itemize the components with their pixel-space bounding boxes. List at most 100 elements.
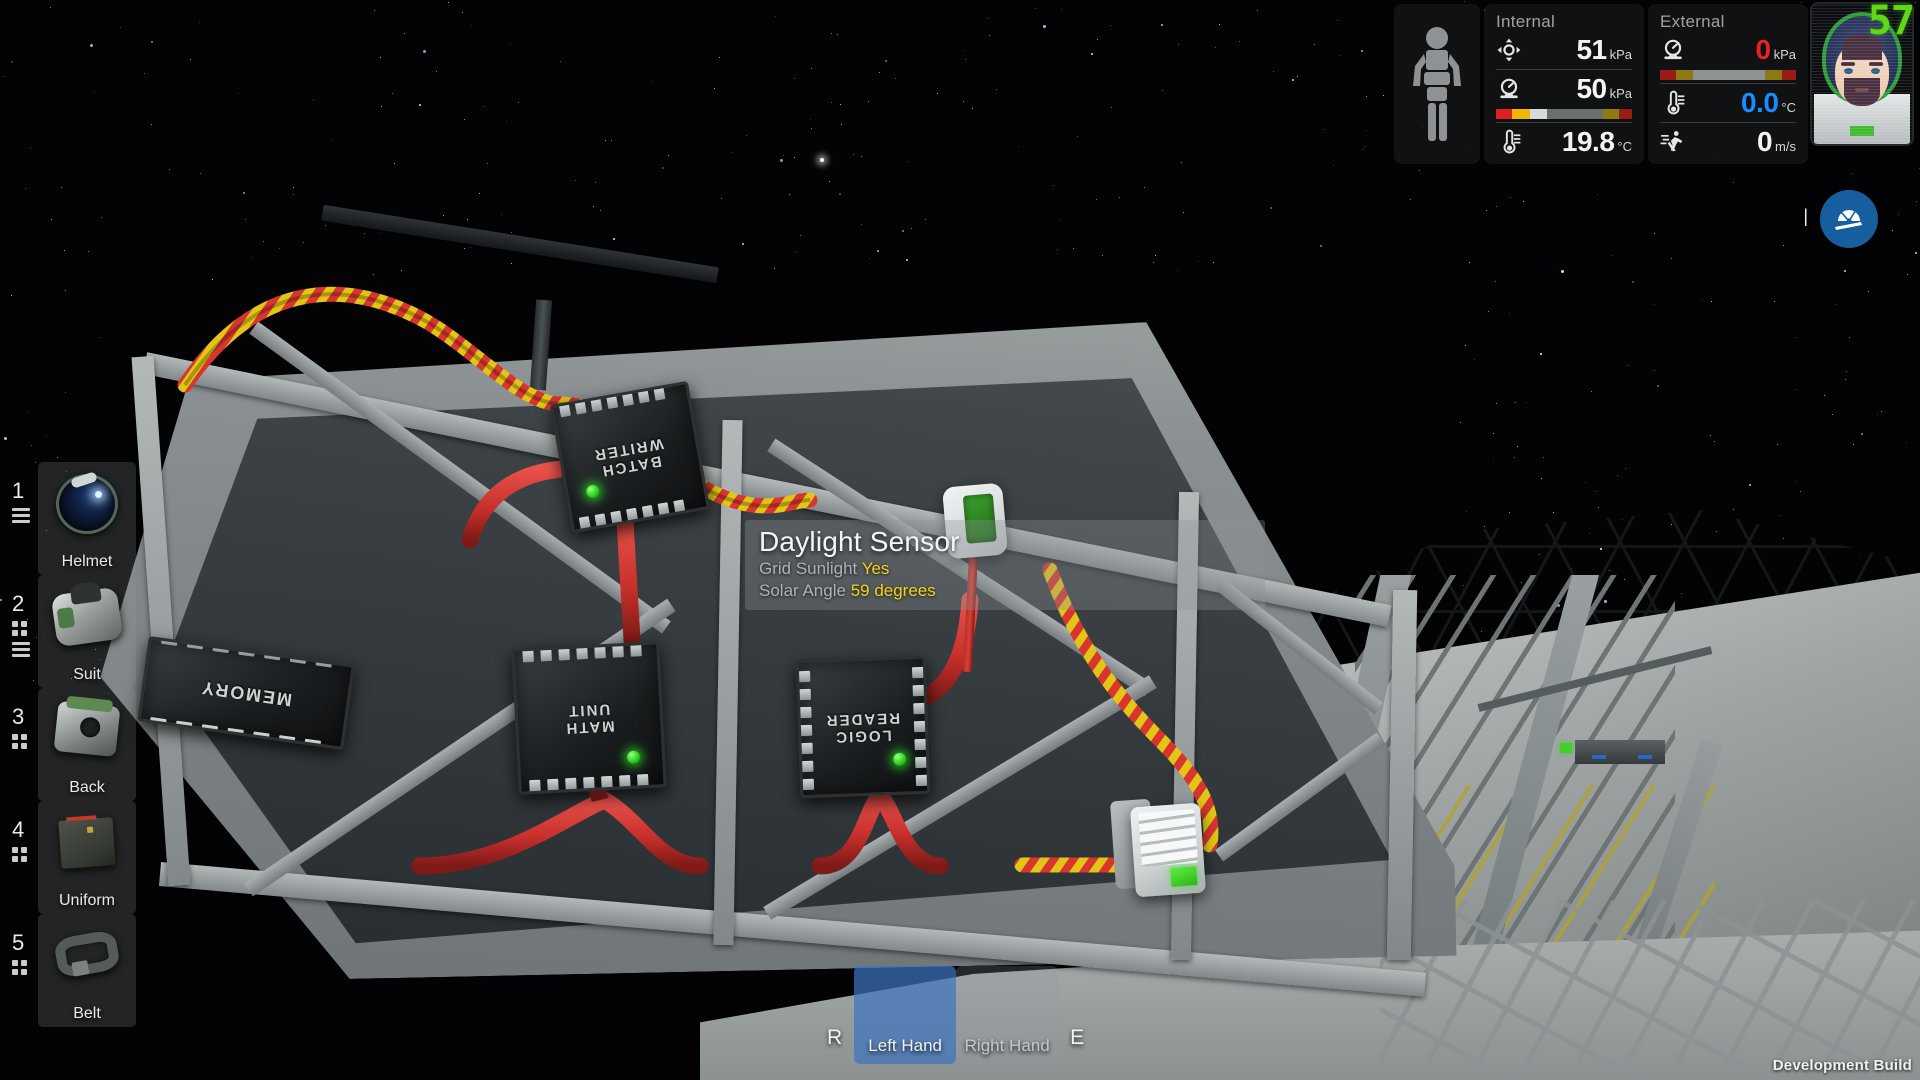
external-temperature-value: 0.0 bbox=[1740, 87, 1779, 118]
chip-label: MEMORY bbox=[198, 677, 294, 710]
external-pressure-value: 0 bbox=[1755, 34, 1772, 65]
health-count: 57 bbox=[1867, 0, 1915, 44]
helmet-toggle-key-hint: | bbox=[1803, 206, 1808, 226]
divider bbox=[1660, 83, 1796, 84]
chip-pins-left bbox=[798, 670, 815, 791]
chip-status-led bbox=[585, 483, 601, 499]
gauge-icon bbox=[1664, 39, 1682, 60]
slot-number: 2 bbox=[12, 591, 25, 616]
slot-indicator-dots-icon bbox=[12, 847, 30, 862]
slot-number: 1 bbox=[12, 478, 25, 503]
external-pressure-row: 0 kPa bbox=[1660, 34, 1796, 66]
chip-label: BATCH WRITER bbox=[591, 434, 666, 480]
slot-item-art bbox=[38, 807, 136, 879]
tooltip-row-grid-sunlight: Grid Sunlight Yes bbox=[759, 558, 1253, 580]
internal-pressure-value: 50 bbox=[1576, 73, 1607, 104]
helmet-visor-icon bbox=[1835, 209, 1862, 230]
right-hand-key-hint: E bbox=[1070, 1026, 1085, 1049]
status-hud: Internal 51 kPa 50 kPa 19.8 °C External … bbox=[1394, 0, 1920, 164]
backpack-icon bbox=[53, 700, 121, 758]
slot-indicator-lines-icon bbox=[12, 508, 30, 526]
vent-status-led bbox=[1170, 866, 1198, 887]
external-panel-title: External bbox=[1660, 12, 1725, 31]
slot-indicator-dots-icon bbox=[12, 621, 30, 660]
slot-item-art bbox=[38, 581, 136, 653]
belt-icon bbox=[52, 928, 122, 980]
helmet-icon bbox=[56, 474, 118, 534]
thermometer-icon bbox=[1503, 129, 1521, 154]
tooltip-row-solar-angle: Solar Angle 59 degrees bbox=[759, 580, 1253, 602]
sidebar-item-uniform[interactable]: 4 Uniform bbox=[0, 801, 160, 914]
helmet-toggle-button[interactable] bbox=[1820, 190, 1878, 248]
external-velocity-unit: m/s bbox=[1775, 139, 1796, 154]
chip-label: LOGIC READER bbox=[824, 708, 901, 746]
divider bbox=[1496, 69, 1632, 70]
external-temperature-row: 0.0 °C bbox=[1660, 87, 1796, 119]
internal-pressure-target-value: 51 bbox=[1576, 34, 1607, 65]
slot-label: Helmet bbox=[61, 553, 113, 570]
pressure-target-icon bbox=[1497, 38, 1521, 62]
tooltip-key: Grid Sunlight bbox=[759, 559, 858, 579]
external-pressure-unit: kPa bbox=[1773, 47, 1796, 62]
batch-writer-chip[interactable]: BATCH WRITER bbox=[549, 380, 711, 534]
slot-item-art bbox=[38, 920, 136, 992]
internal-pressure-target-row: 51 kPa bbox=[1496, 34, 1632, 66]
external-pressure-gauge bbox=[1660, 70, 1796, 80]
external-temperature-unit: °C bbox=[1781, 100, 1796, 115]
floor-grating bbox=[1380, 900, 1920, 1080]
sidebar-item-belt[interactable]: 5 Belt bbox=[0, 914, 160, 1027]
slot-label: Belt bbox=[73, 1005, 101, 1022]
chip-label: MATH UNIT bbox=[563, 699, 615, 737]
suit-icon bbox=[50, 586, 124, 648]
slot-item-art bbox=[38, 694, 136, 766]
internal-temperature-row: 19.8 °C bbox=[1496, 126, 1632, 158]
slot-label: Uniform bbox=[58, 892, 115, 909]
internal-stats-panel: Internal 51 kPa 50 kPa 19.8 °C bbox=[1484, 4, 1644, 164]
thermometer-icon bbox=[1667, 90, 1685, 115]
slot-number: 5 bbox=[12, 930, 25, 955]
tooltip-key: Solar Angle bbox=[759, 580, 846, 600]
external-velocity-value: 0 bbox=[1756, 126, 1773, 157]
external-stats-panel: External 0 kPa 0.0 °C 0 m/s bbox=[1648, 4, 1808, 164]
chip-pins-right bbox=[911, 666, 929, 787]
left-hand-key-hint: R bbox=[827, 1026, 843, 1049]
left-hand-label: Left Hand bbox=[868, 1036, 943, 1055]
right-hand-slot[interactable]: Right Hand bbox=[956, 966, 1059, 1064]
uniform-icon bbox=[58, 817, 116, 869]
internal-pressure-target-unit: kPa bbox=[1609, 47, 1632, 62]
slot-label: Back bbox=[69, 779, 105, 796]
internal-pressure-gauge bbox=[1496, 109, 1632, 119]
vent-device[interactable] bbox=[1129, 802, 1207, 898]
vent-slats-icon bbox=[1138, 809, 1198, 867]
slot-indicator-dots-icon bbox=[12, 734, 30, 749]
internal-pressure-unit: kPa bbox=[1609, 86, 1632, 101]
development-build-watermark: Development Build bbox=[1772, 1057, 1912, 1074]
chip-pins-top bbox=[522, 644, 642, 663]
gauge-icon bbox=[1500, 78, 1518, 99]
sidebar-item-helmet[interactable]: 1 Helmet bbox=[0, 462, 160, 575]
logic-reader-chip[interactable]: LOGIC READER bbox=[795, 655, 931, 799]
slot-label: Suit bbox=[73, 666, 101, 683]
slot-number: 4 bbox=[12, 817, 25, 842]
tooltip-value: 59 degrees bbox=[850, 580, 936, 600]
slot-indicator-dots-icon bbox=[12, 960, 30, 975]
hand-slot-bar: R Left Hand Right Hand E bbox=[815, 966, 1096, 1064]
math-unit-chip[interactable]: MATH UNIT bbox=[511, 641, 667, 795]
chip-status-led bbox=[626, 750, 641, 765]
astronaut-body-icon[interactable] bbox=[1394, 4, 1480, 164]
divider bbox=[1660, 122, 1796, 123]
tooltip-title: Daylight Sensor bbox=[759, 526, 960, 557]
sidebar-item-back[interactable]: 3 Back bbox=[0, 688, 160, 801]
tooltip-value: Yes bbox=[861, 559, 890, 579]
slot-number: 3 bbox=[12, 704, 25, 729]
sidebar-item-suit[interactable]: 2 Suit bbox=[0, 575, 160, 688]
velocity-runner-icon bbox=[1660, 131, 1683, 152]
equipment-slot-bar: 1 Helmet 2 Suit 3 Back 4 Uniform 5 Belt bbox=[0, 462, 160, 1035]
slot-item-art bbox=[38, 468, 136, 540]
divider bbox=[1496, 122, 1632, 123]
chip-status-led bbox=[892, 752, 907, 766]
right-hand-label: Right Hand bbox=[964, 1036, 1050, 1055]
internal-pressure-row: 50 kPa bbox=[1496, 73, 1632, 105]
body-silhouette-icon bbox=[1413, 27, 1461, 141]
left-hand-slot[interactable]: Left Hand bbox=[854, 966, 957, 1064]
